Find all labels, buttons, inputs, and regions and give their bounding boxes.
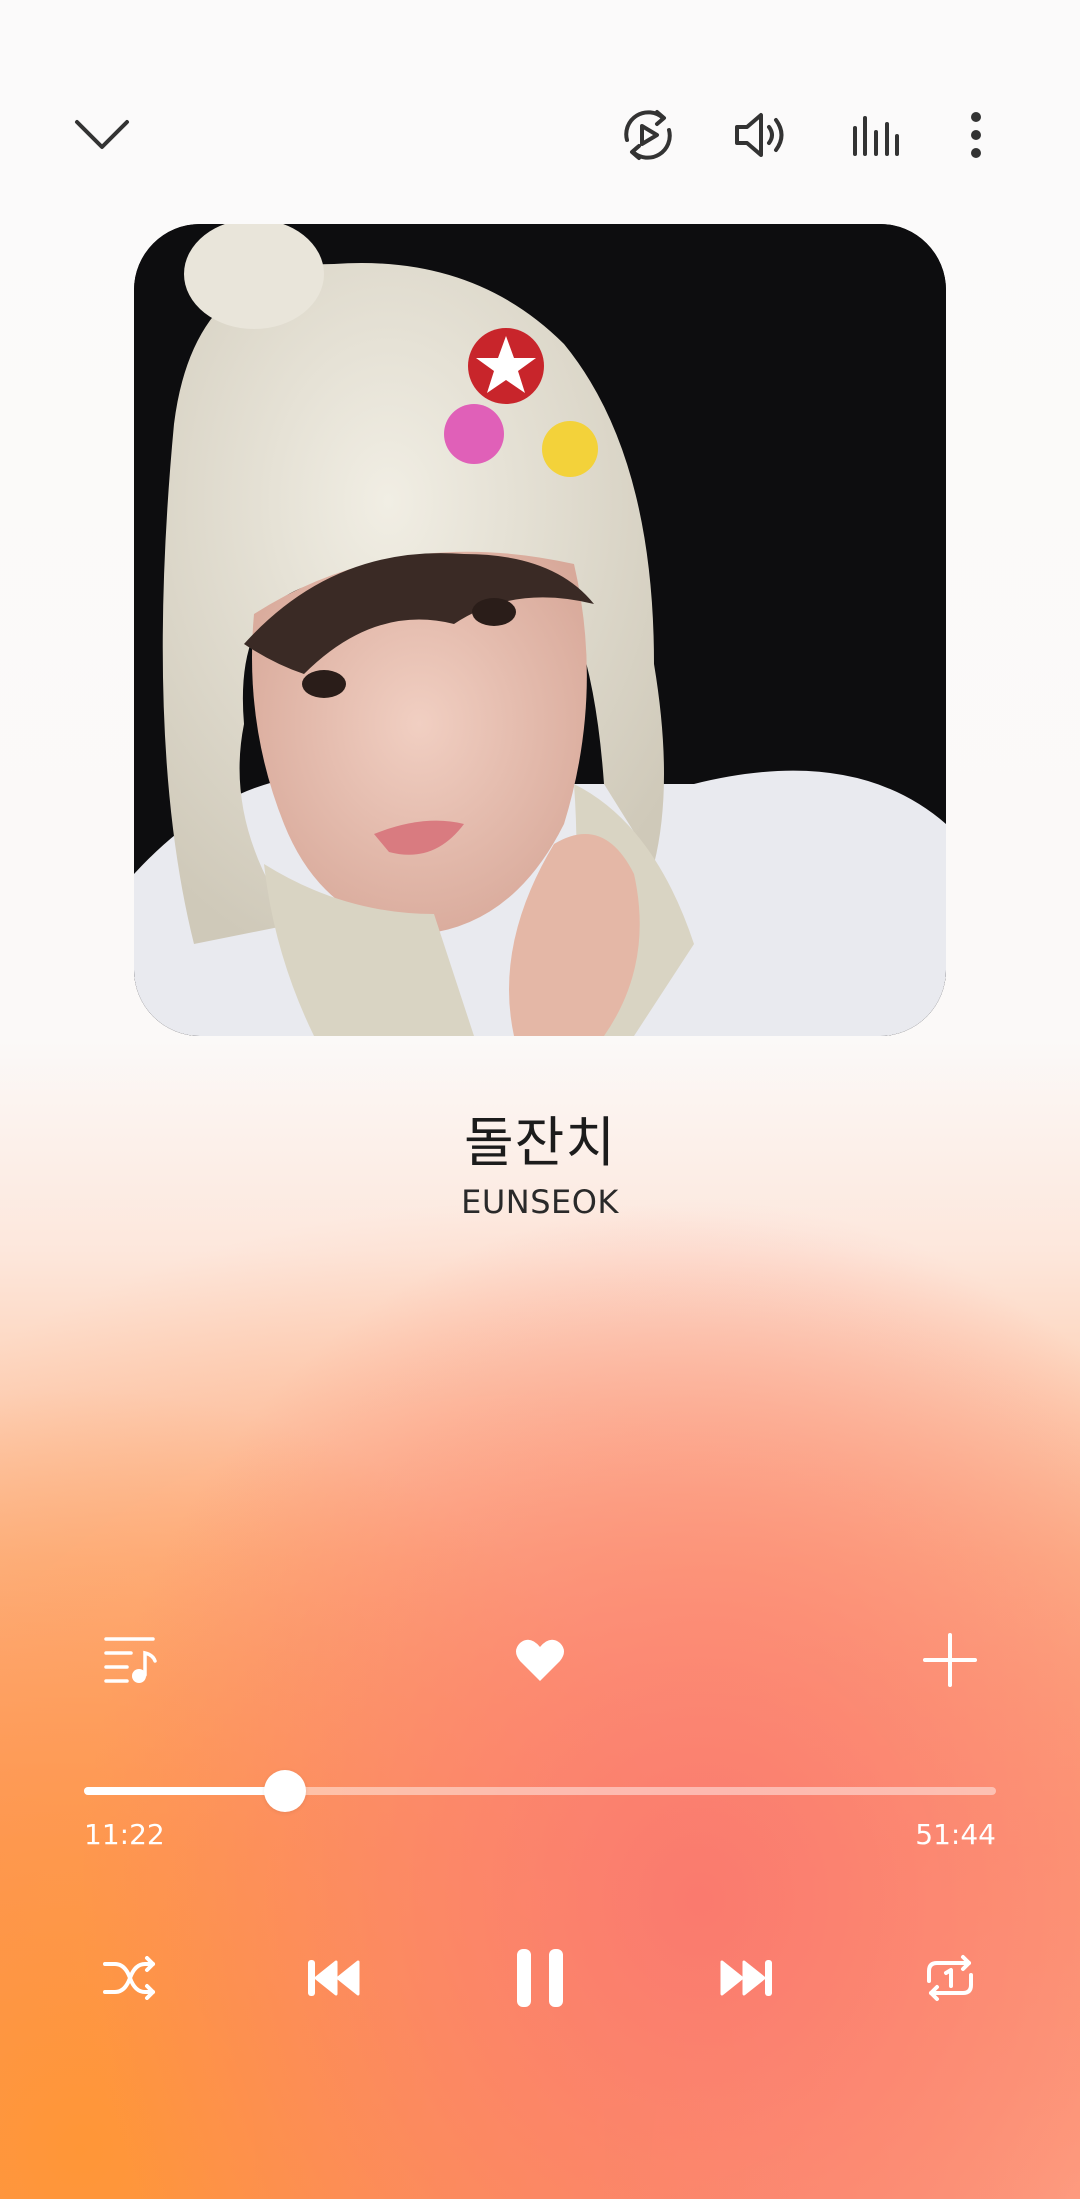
repeat-one-icon (927, 1955, 973, 2001)
playlist-music-icon (104, 1637, 157, 1683)
video-button[interactable] (610, 90, 686, 180)
more-options-button[interactable] (956, 90, 996, 180)
shuffle-button[interactable] (100, 1948, 160, 2008)
equalizer-button[interactable] (838, 90, 914, 180)
elapsed-time: 11:22 (84, 1818, 165, 1851)
shuffle-icon (103, 1956, 155, 2000)
chevron-down-icon (75, 120, 129, 149)
next-button[interactable] (716, 1948, 776, 2008)
more-vert-icon (971, 112, 981, 158)
volume-icon (735, 113, 784, 157)
favorite-button[interactable] (510, 1630, 570, 1690)
track-artist[interactable]: EUNSEOK (0, 1183, 1080, 1221)
heart-icon (516, 1639, 564, 1681)
previous-button[interactable] (304, 1948, 364, 2008)
next-icon (720, 1960, 772, 1996)
total-duration: 51:44 (915, 1818, 996, 1851)
repeat-button[interactable] (920, 1948, 980, 2008)
volume-button[interactable] (724, 90, 800, 180)
album-art (134, 224, 946, 1036)
plus-icon (923, 1633, 977, 1687)
progress-slider[interactable] (84, 1770, 996, 1812)
pause-button[interactable] (502, 1944, 578, 2012)
add-to-playlist-button[interactable] (920, 1630, 980, 1690)
progress-fill (84, 1787, 285, 1795)
equalizer-icon (853, 116, 899, 156)
queue-button[interactable] (100, 1630, 160, 1690)
progress-thumb[interactable] (263, 1770, 306, 1812)
video-play-icon (624, 110, 672, 160)
collapse-button[interactable] (62, 90, 142, 180)
previous-icon (308, 1960, 360, 1996)
pause-icon (517, 1949, 563, 2007)
track-title: 돌잔치 (463, 1111, 617, 1174)
top-bar (0, 90, 1080, 180)
